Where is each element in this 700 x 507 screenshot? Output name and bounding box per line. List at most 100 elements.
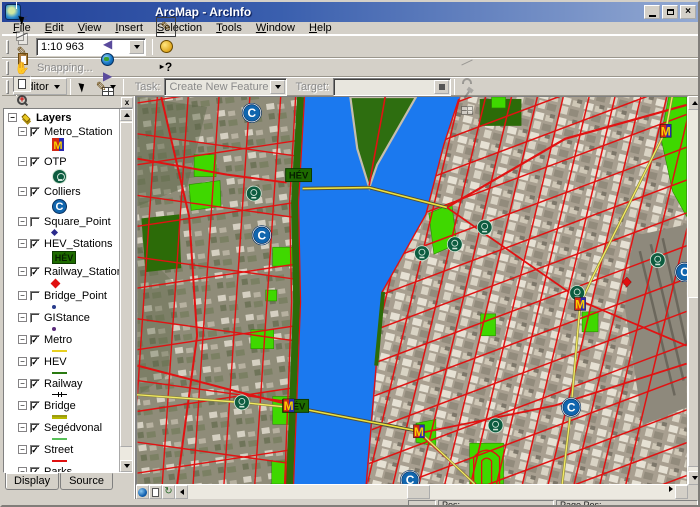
layer-checkbox[interactable]: ✓ <box>30 266 40 277</box>
zoom-in-button[interactable]: + <box>13 92 31 108</box>
layer-checkbox[interactable]: ✓ <box>30 126 40 137</box>
expand-icon[interactable]: − <box>18 157 27 166</box>
layer-checkbox[interactable]: ✓ <box>30 238 40 249</box>
create-arc-button[interactable] <box>458 71 476 87</box>
layer-checkbox[interactable]: ✓ <box>30 422 40 433</box>
layer-symbol[interactable] <box>6 346 119 355</box>
layer-label[interactable]: Railway_Station <box>44 266 119 278</box>
expand-icon[interactable]: − <box>18 401 27 410</box>
expand-icon[interactable]: − <box>18 423 27 432</box>
layer-symbol[interactable]: M <box>6 138 119 155</box>
layout-view-button[interactable] <box>149 485 162 499</box>
layer-symbol[interactable] <box>6 278 119 289</box>
layer-checkbox[interactable] <box>30 312 40 323</box>
expand-icon[interactable]: − <box>18 445 27 454</box>
layer-symbol[interactable] <box>6 168 119 185</box>
target-combobox[interactable] <box>333 77 452 96</box>
title-bar[interactable]: ArcMap - ArcInfo × <box>2 2 698 22</box>
toolbar-grip[interactable] <box>6 39 9 54</box>
map-canvas[interactable]: C M HÉV <box>136 96 688 485</box>
close-button[interactable]: × <box>680 5 696 19</box>
layer-label[interactable]: Square_Point <box>44 216 111 228</box>
expand-icon[interactable]: − <box>18 357 27 366</box>
layer-symbol[interactable] <box>6 228 119 237</box>
layer-checkbox[interactable]: ✓ <box>30 186 40 197</box>
refresh-view-button[interactable]: ↻ <box>162 485 175 499</box>
whats-this-help-button[interactable]: ? <box>156 57 176 77</box>
layer-symbol[interactable] <box>6 390 119 399</box>
tab-source[interactable]: Source <box>60 473 113 490</box>
expand-icon[interactable]: − <box>18 187 27 196</box>
map-horizontal-scrollbar[interactable]: ↻ <box>136 485 698 499</box>
minimize-button[interactable] <box>644 5 660 19</box>
layer-checkbox[interactable]: ✓ <box>30 156 40 167</box>
expand-icon[interactable]: − <box>18 127 27 136</box>
map-vscroll-thumb[interactable] <box>688 297 698 467</box>
editor-toolbar-toggle-button[interactable]: ✎ <box>156 16 176 37</box>
sketch-tool-button[interactable]: ✎ <box>92 79 120 95</box>
measure-button[interactable] <box>13 28 31 44</box>
expand-icon[interactable]: − <box>8 113 17 122</box>
draw-sketch-button[interactable]: ✎ <box>13 44 31 60</box>
layer-label[interactable]: Metro <box>44 334 72 346</box>
toc-scroll-up-button[interactable] <box>120 109 132 121</box>
task-dropdown-button[interactable] <box>270 79 286 94</box>
expand-icon[interactable]: − <box>18 335 27 344</box>
layer-checkbox[interactable]: ✓ <box>30 334 40 345</box>
scale-dropdown-button[interactable] <box>129 39 144 54</box>
layer-label[interactable]: Street <box>44 444 73 456</box>
toc-scroll-down-button[interactable] <box>120 460 132 472</box>
layer-symbol[interactable] <box>6 368 119 377</box>
tab-display[interactable]: Display <box>5 472 60 490</box>
layer-checkbox[interactable] <box>30 290 40 301</box>
layer-label[interactable]: GIStance <box>44 312 90 324</box>
data-view-button[interactable] <box>136 485 149 499</box>
task-combobox[interactable]: Create New Feature <box>164 77 288 96</box>
layer-label[interactable]: OTP <box>44 156 67 168</box>
expand-icon[interactable]: − <box>18 313 27 322</box>
layer-symbol[interactable]: C <box>6 198 119 215</box>
create-line-button[interactable] <box>458 55 476 71</box>
layer-label[interactable]: HEV_Stations <box>44 238 112 250</box>
menu-insert[interactable]: Insert <box>108 22 150 34</box>
toc-scrollbar[interactable] <box>119 109 132 472</box>
scale-combobox[interactable]: 1:10 963 <box>36 37 146 56</box>
menu-tools[interactable]: Tools <box>209 22 249 34</box>
map-scroll-down-button[interactable] <box>688 471 698 485</box>
map-scroll-left-button[interactable] <box>175 485 188 499</box>
layers-root-label[interactable]: Layers <box>36 112 71 124</box>
expand-icon[interactable]: − <box>18 467 27 472</box>
arccatalog-button[interactable] <box>156 37 176 57</box>
layer-symbol[interactable] <box>6 324 119 333</box>
layer-symbol[interactable] <box>6 302 119 311</box>
pushpin-button[interactable] <box>458 87 476 103</box>
snapping-button[interactable]: Snapping... <box>37 62 93 74</box>
map-hscroll-thumb[interactable] <box>407 485 430 499</box>
back-button[interactable]: ◀ <box>99 36 117 52</box>
expand-icon[interactable]: − <box>18 291 27 300</box>
map-scroll-up-button[interactable] <box>688 96 698 110</box>
expand-icon[interactable]: − <box>18 379 27 388</box>
expand-icon[interactable]: − <box>18 267 27 276</box>
layer-symbol[interactable] <box>6 412 119 421</box>
attributes-button[interactable] <box>458 103 476 119</box>
layer-label[interactable]: Segédvonal <box>44 422 102 434</box>
toc-scroll-thumb[interactable] <box>120 122 132 447</box>
expand-icon[interactable]: − <box>18 217 27 226</box>
layer-symbol[interactable] <box>6 456 119 465</box>
menu-edit[interactable]: Edit <box>38 22 71 34</box>
menu-view[interactable]: View <box>71 22 109 34</box>
expand-icon[interactable]: − <box>18 239 27 248</box>
layer-label[interactable]: Bridge_Point <box>44 290 107 302</box>
layer-label[interactable]: Bridge <box>44 400 76 412</box>
layer-label[interactable]: HEV <box>44 356 67 368</box>
menu-help[interactable]: Help <box>302 22 339 34</box>
pan-button[interactable]: ✋ <box>13 60 31 76</box>
toolbar-grip[interactable] <box>6 79 9 94</box>
toc-close-button[interactable]: x <box>121 97 133 108</box>
full-extent-button[interactable] <box>99 52 117 68</box>
select-features-button[interactable] <box>13 12 31 28</box>
layer-checkbox[interactable] <box>30 216 40 227</box>
layer-label[interactable]: Colliers <box>44 186 81 198</box>
fixed-zoom-button[interactable] <box>13 75 31 92</box>
